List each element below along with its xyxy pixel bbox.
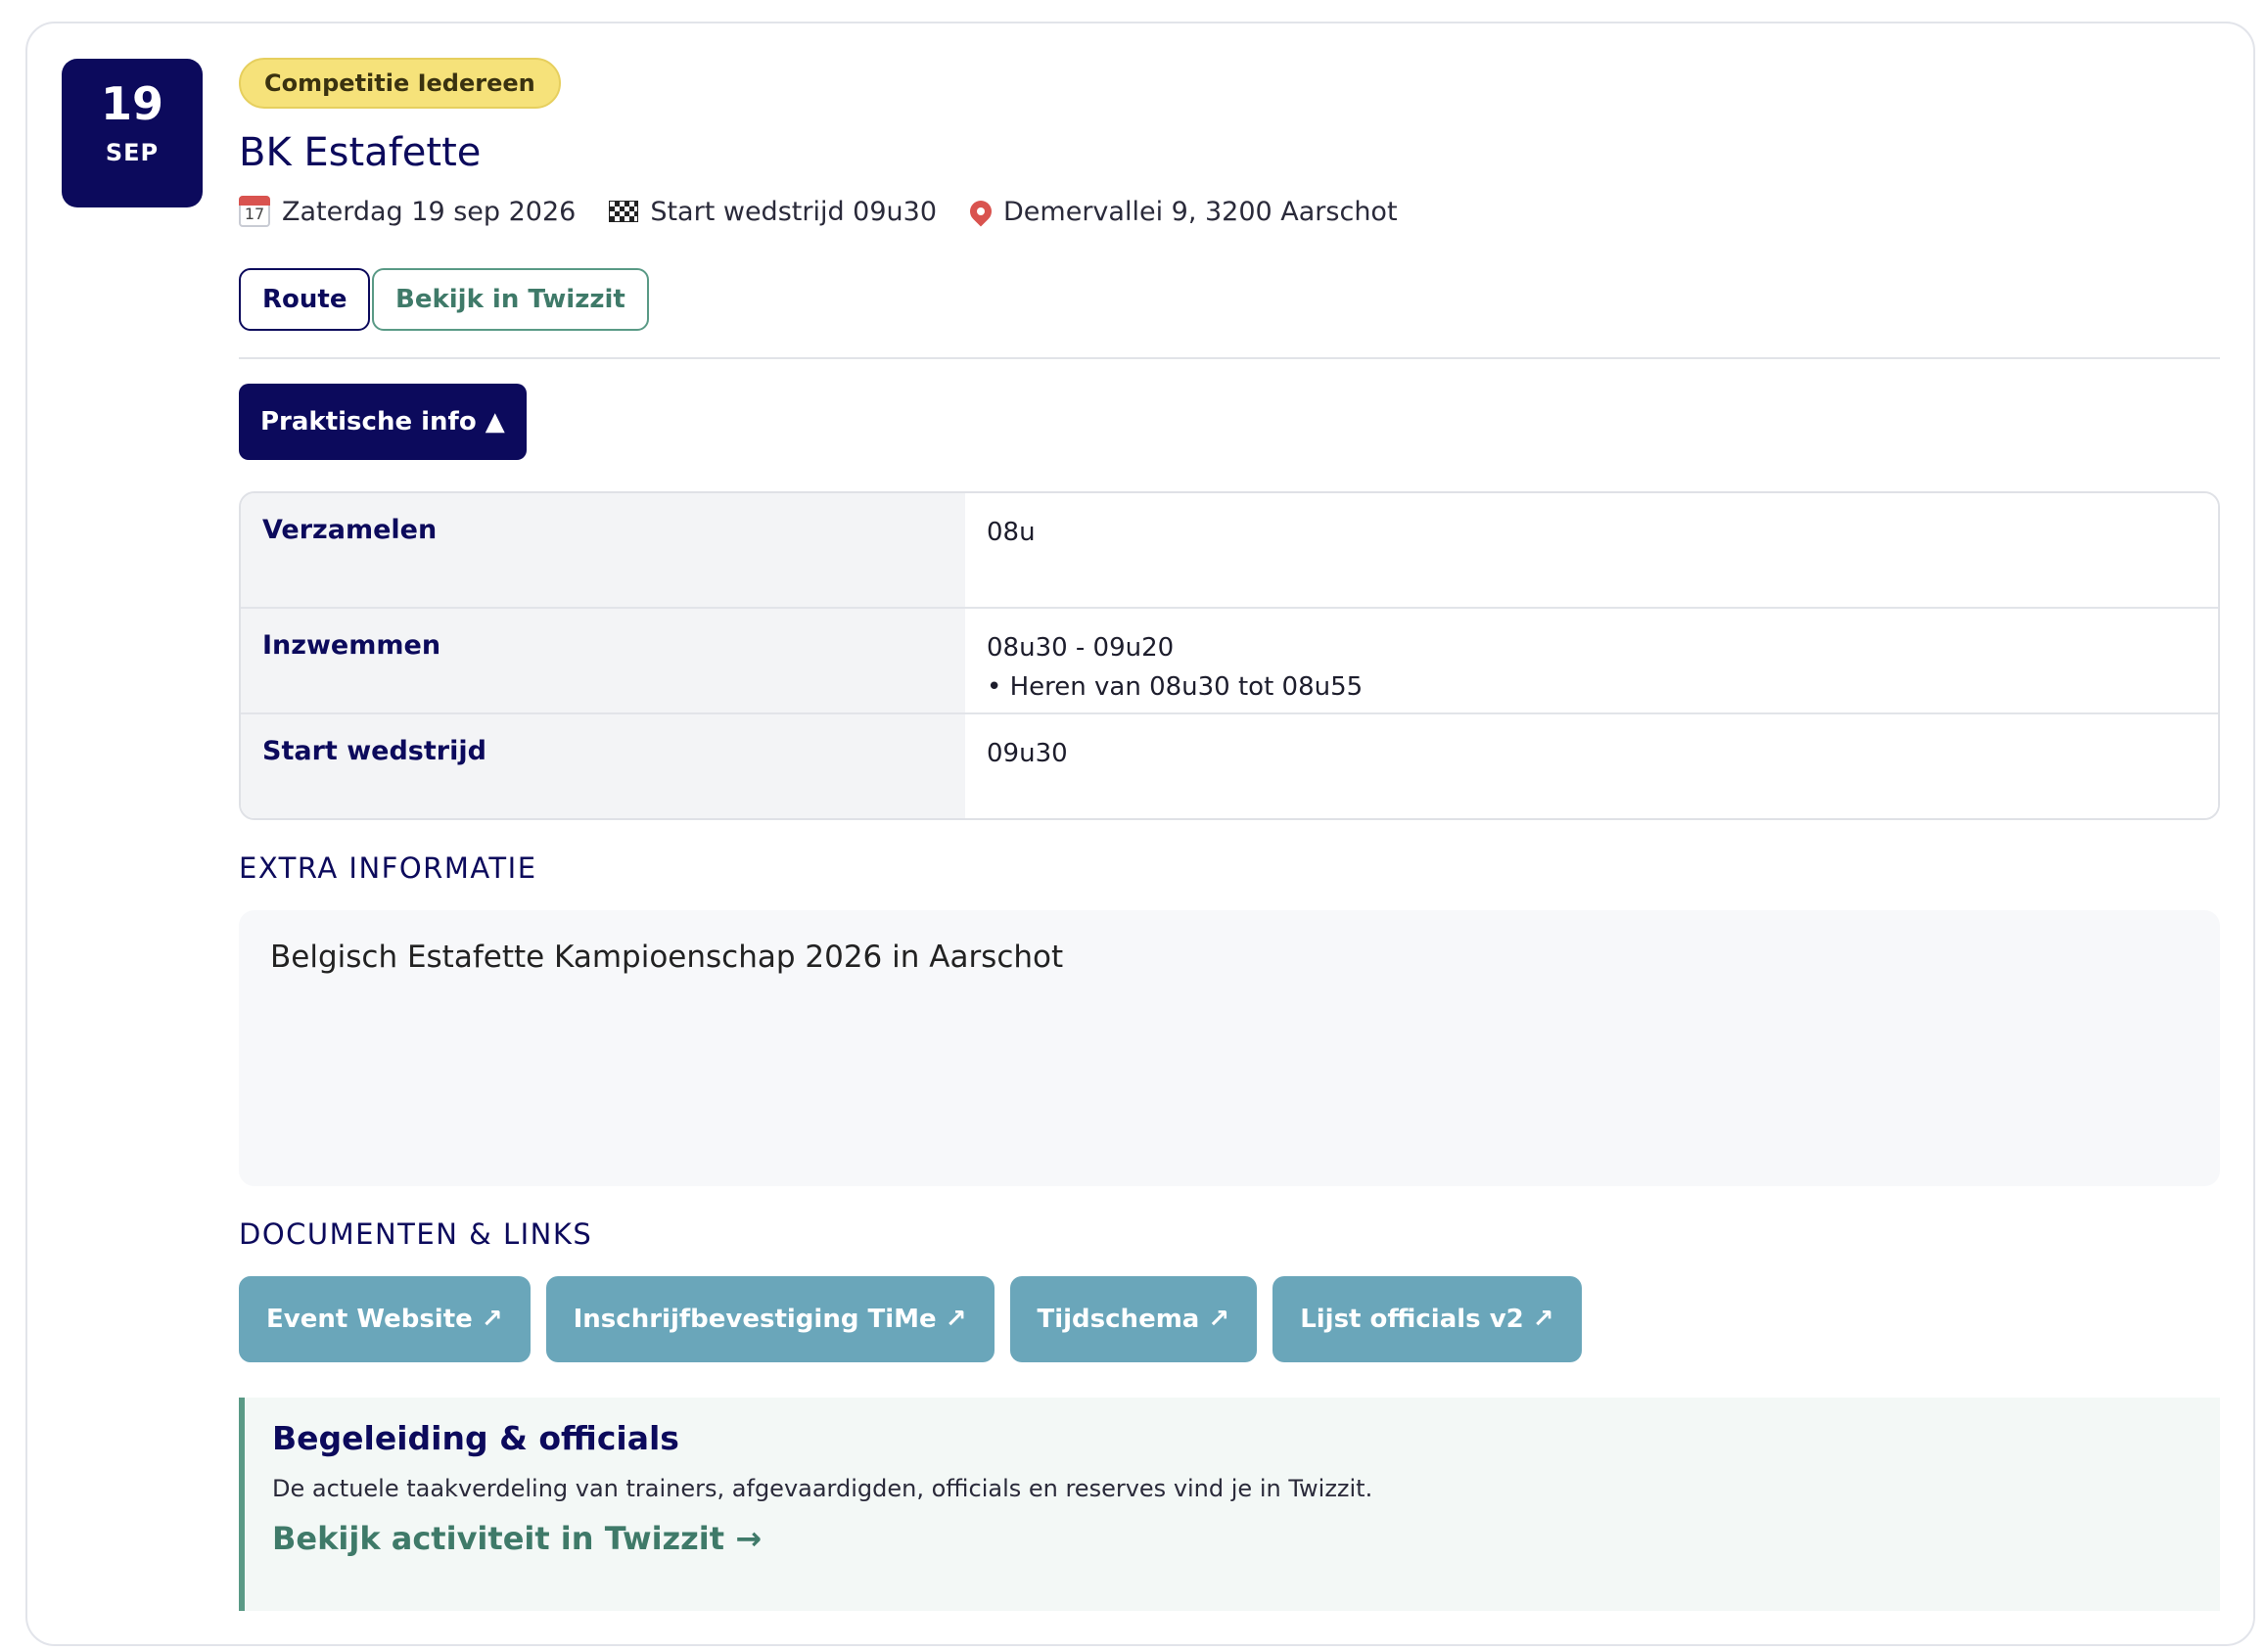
info-table: Verzamelen 08u Inzwemmen 08u30 - 09u20 •… <box>239 491 2220 820</box>
checkered-flag-icon <box>609 201 639 222</box>
row-label: Start wedstrijd <box>241 714 965 818</box>
event-title: BK Estafette <box>239 130 482 175</box>
category-badge: Competitie Iedereen <box>239 58 561 109</box>
event-meta: 17 Zaterdag 19 sep 2026 Start wedstrijd … <box>239 196 1398 227</box>
row-label: Inzwemmen <box>241 609 965 712</box>
docs-heading: DOCUMENTEN & LINKS <box>239 1217 593 1251</box>
callout-text: De actuele taakverdeling van trainers, a… <box>272 1475 1373 1502</box>
doc-link-officials[interactable]: Lijst officials v2 ↗ <box>1272 1276 1582 1362</box>
meta-location-text: Demervallei 9, 3200 Aarschot <box>1003 196 1398 227</box>
value-line: 08u30 - 09u20 <box>987 633 1175 663</box>
docs-links: Event Website ↗ Inschrijfbevestiging TiM… <box>239 1276 1582 1362</box>
calendar-icon: 17 <box>239 196 270 227</box>
doc-link-tijdschema[interactable]: Tijdschema ↗ <box>1009 1276 1258 1362</box>
callout-title: Begeleiding & officials <box>272 1419 679 1457</box>
officials-callout: Begeleiding & officials De actuele taakv… <box>239 1398 2220 1611</box>
doc-link-inschrijfbevestiging[interactable]: Inschrijfbevestiging TiMe ↗ <box>545 1276 995 1362</box>
location-pin-icon <box>965 196 996 227</box>
meta-date: 17 Zaterdag 19 sep 2026 <box>239 196 576 227</box>
table-row: Inzwemmen 08u30 - 09u20 • Heren van 08u3… <box>241 609 2218 741</box>
row-value: 08u <box>965 493 2218 607</box>
twizzit-activity-link[interactable]: Bekijk activiteit in Twizzit → <box>272 1520 2193 1557</box>
meta-location: Demervallei 9, 3200 Aarschot <box>965 196 1398 227</box>
row-value: 09u30 <box>965 714 2218 818</box>
twizzit-button[interactable]: Bekijk in Twizzit <box>372 268 649 331</box>
table-row: Start wedstrijd 09u30 <box>241 714 2218 818</box>
meta-start-text: Start wedstrijd 09u30 <box>650 196 938 227</box>
date-month: SEP <box>105 139 160 166</box>
practical-info-toggle[interactable]: Praktische info ▲ <box>239 384 527 460</box>
row-label: Verzamelen <box>241 493 965 607</box>
table-row: Verzamelen 08u <box>241 493 2218 609</box>
value-line: 09u30 <box>987 739 1068 768</box>
meta-date-text: Zaterdag 19 sep 2026 <box>282 196 577 227</box>
divider <box>239 357 2220 359</box>
value-line: 08u <box>987 518 1036 547</box>
value-line: • Heren van 08u30 tot 08u55 <box>987 672 1364 702</box>
date-box: 19 SEP <box>62 59 203 207</box>
extra-info-heading: EXTRA INFORMATIE <box>239 851 537 885</box>
doc-link-event-website[interactable]: Event Website ↗ <box>239 1276 531 1362</box>
date-day: 19 <box>100 77 163 130</box>
route-button[interactable]: Route <box>239 268 371 331</box>
meta-start: Start wedstrijd 09u30 <box>609 197 937 227</box>
row-value: 08u30 - 09u20 • Heren van 08u30 tot 08u5… <box>965 609 2218 741</box>
extra-info-box: Belgisch Estafette Kampioenschap 2026 in… <box>239 910 2220 1186</box>
